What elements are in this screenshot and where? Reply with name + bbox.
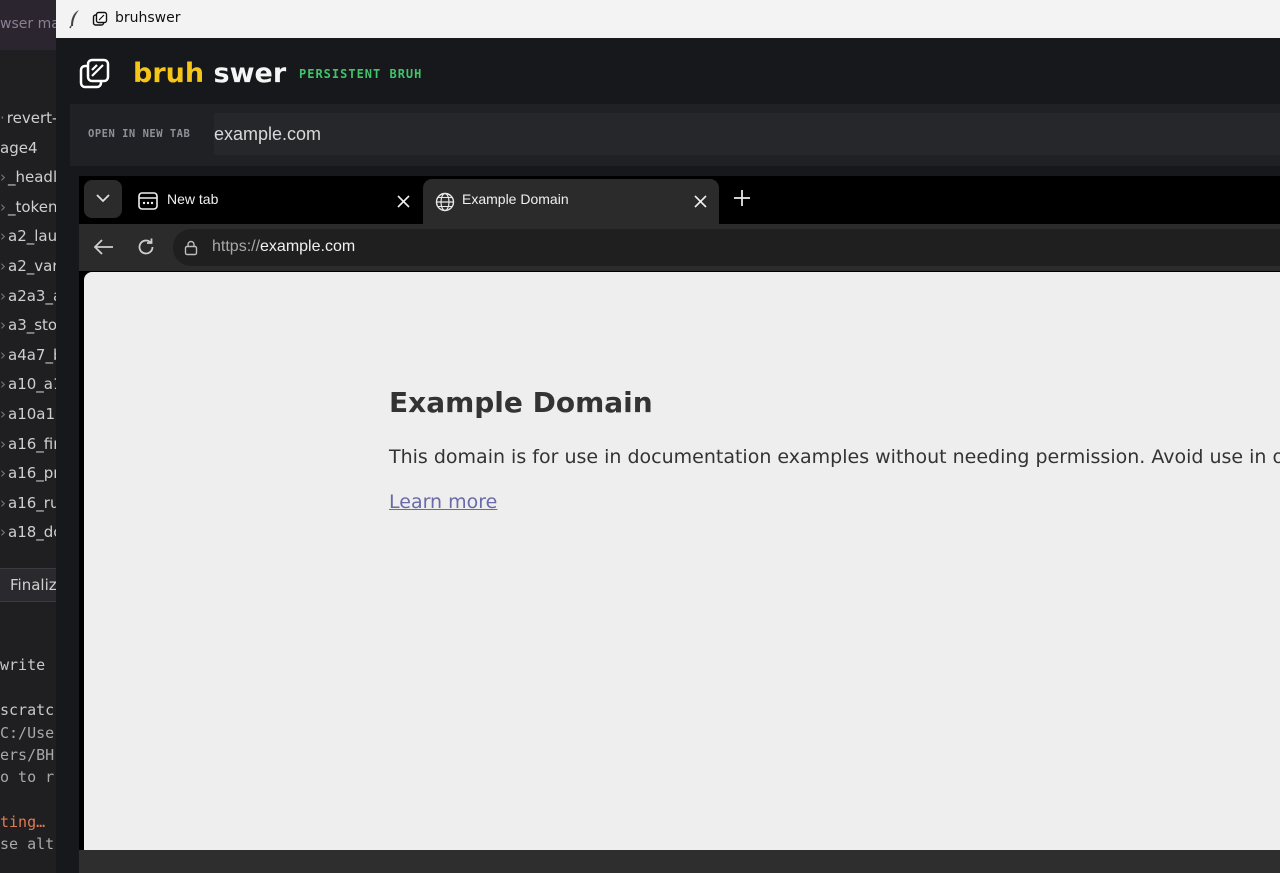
app-header: bruh swer PERSISTENT BRUH xyxy=(56,38,1280,104)
reload-button[interactable] xyxy=(136,237,156,261)
feather-icon xyxy=(68,9,82,33)
background-file-item[interactable]: › _token xyxy=(0,193,56,222)
learn-more-link[interactable]: Learn more xyxy=(389,491,497,513)
bottom-bar xyxy=(79,850,1280,873)
tab-label: Example Domain xyxy=(462,191,569,207)
url-host: example.com xyxy=(260,238,356,255)
page-heading: Example Domain xyxy=(389,386,653,419)
web-page-content: Example Domain This domain is for use in… xyxy=(84,272,1280,850)
globe-icon xyxy=(435,192,455,216)
background-terminal-line: o to r xyxy=(0,768,55,786)
background-file-item[interactable]: · revert- xyxy=(0,104,56,133)
background-editor-window: wser ma · revert- age4 › _headl › _token › a… xyxy=(0,0,56,873)
lock-icon xyxy=(184,240,198,260)
background-file-item[interactable]: › a16_pr xyxy=(0,459,56,488)
tab-example-domain[interactable]: Example Domain xyxy=(423,179,719,224)
url-text[interactable]: https://example.com xyxy=(212,238,355,256)
window-titlebar[interactable]: bruhswer xyxy=(56,0,1280,38)
background-terminal-line: ers/BH xyxy=(0,746,55,764)
reload-icon xyxy=(138,238,154,255)
tab-list-button[interactable] xyxy=(84,180,122,218)
tab-new-tab[interactable]: New tab xyxy=(126,179,422,224)
background-file-item[interactable]: ›a18_dc xyxy=(0,518,56,547)
add-tab-button[interactable] xyxy=(732,188,752,212)
page-paragraph: This domain is for use in documentation … xyxy=(389,446,1280,468)
background-file-item[interactable]: ›a4a7_b xyxy=(0,341,56,370)
background-file-item[interactable]: › a16_fir xyxy=(0,430,56,459)
open-in-new-tab-input[interactable] xyxy=(214,113,1280,155)
background-file-item[interactable]: › _headl xyxy=(0,163,56,192)
background-terminal-line: ting… xyxy=(0,813,46,831)
background-file-item[interactable]: ›a10a17 xyxy=(0,400,56,429)
background-file-item[interactable]: › a16_ru xyxy=(0,489,56,518)
background-file-item[interactable]: › a2_var xyxy=(0,252,56,281)
app-window: bruhswer bruh swer PERSISTENT BRUH OPEN … xyxy=(56,0,1280,873)
open-in-new-tab-bar: OPEN IN NEW TAB xyxy=(70,104,1280,166)
close-icon[interactable] xyxy=(694,193,707,212)
background-terminal-line: write xyxy=(0,656,46,674)
back-button[interactable] xyxy=(93,238,115,260)
background-finalize-button[interactable]: Finaliz xyxy=(0,568,56,602)
background-window-titlebar: wser ma xyxy=(0,0,56,50)
plus-icon xyxy=(734,190,750,206)
navigation-bar: https://example.com xyxy=(79,224,1280,271)
persistent-badge: PERSISTENT BRUH xyxy=(299,67,423,81)
brand-name: bruh swer xyxy=(133,58,286,89)
new-tab-icon xyxy=(138,192,158,214)
chevron-down-icon xyxy=(96,194,110,203)
background-window-title: wser ma xyxy=(0,16,56,32)
arrow-left-icon xyxy=(93,239,113,255)
background-file-item[interactable]: ›a10_a1 xyxy=(0,370,56,399)
logo-icon xyxy=(78,57,112,95)
embedded-browser: New tab Example Domain https://example.c… xyxy=(79,176,1280,873)
close-icon[interactable] xyxy=(397,193,410,212)
open-in-new-tab-label: OPEN IN NEW TAB xyxy=(88,128,191,140)
tab-strip: New tab Example Domain xyxy=(79,176,1280,224)
background-file-item[interactable]: › a3_sto xyxy=(0,311,56,340)
background-file-item[interactable]: ›a2a3_a xyxy=(0,282,56,311)
brand-part-1: bruh xyxy=(133,58,205,89)
background-terminal-line: scratc xyxy=(0,701,55,719)
brand-part-2: swer xyxy=(213,58,287,89)
tab-label: New tab xyxy=(167,191,219,207)
app-icon xyxy=(92,11,108,31)
background-terminal-line: C:/Use xyxy=(0,724,55,742)
url-scheme: https:// xyxy=(212,238,261,255)
background-terminal-line: se alt xyxy=(0,835,55,853)
background-file-item[interactable]: › a2_lau xyxy=(0,222,56,251)
window-title: bruhswer xyxy=(115,10,181,26)
background-file-item[interactable]: age4 xyxy=(0,134,56,163)
address-bar[interactable]: https://example.com xyxy=(173,229,1280,266)
